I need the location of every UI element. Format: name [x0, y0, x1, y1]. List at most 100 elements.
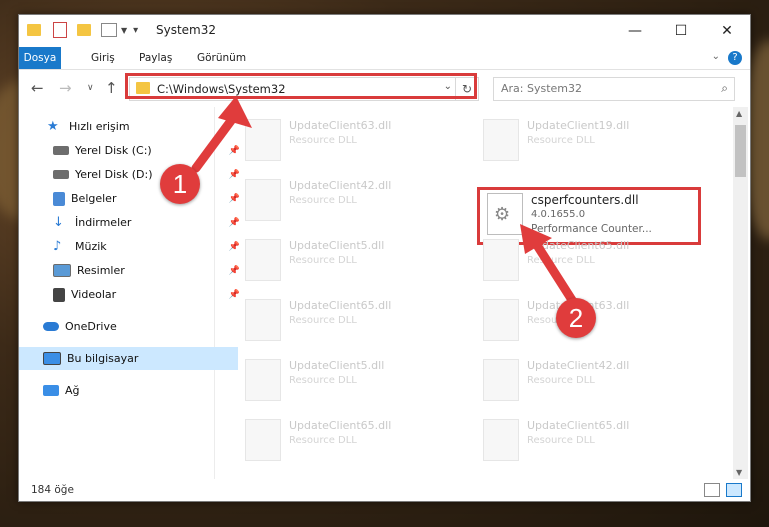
new-folder-icon[interactable]	[77, 24, 91, 36]
file-name: UpdateClient65.dll	[527, 419, 630, 432]
cloud-icon	[43, 322, 59, 331]
file-name: UpdateClient65.dll	[289, 419, 392, 432]
list-item[interactable]: UpdateClient65.dll Resource DLL	[475, 415, 695, 463]
file-type: Resource DLL	[289, 195, 357, 206]
list-item[interactable]: UpdateClient42.dll Resource DLL	[475, 355, 695, 403]
sidebar-item-disk-d[interactable]: Yerel Disk (D:) 📌	[19, 163, 248, 186]
sidebar-item-onedrive[interactable]: OneDrive	[19, 315, 238, 338]
computer-icon	[43, 352, 61, 365]
dll-file-icon	[245, 119, 281, 161]
drive-icon	[53, 146, 69, 155]
sidebar-item-label: Videolar	[71, 288, 117, 301]
music-icon: ♪	[53, 238, 62, 254]
sidebar-item-label: Resimler	[77, 264, 125, 277]
file-name: UpdateClient65.dll	[289, 299, 392, 312]
list-item[interactable]: UpdateClient5.dll Resource DLL	[237, 355, 457, 403]
file-type: Resource DLL	[289, 375, 357, 386]
sidebar-item-network[interactable]: Ağ	[19, 379, 238, 402]
list-item[interactable]: UpdateClient65.dll Resource DLL	[237, 295, 457, 343]
step-badge-1: 1	[160, 164, 200, 204]
help-icon[interactable]: ?	[728, 51, 742, 65]
title-bar: ▼ ▾ System32 — ☐ ✕	[19, 15, 750, 47]
file-name: UpdateClient5.dll	[289, 239, 385, 252]
sidebar-item-this-pc[interactable]: Bu bilgisayar	[19, 347, 238, 370]
sidebar-item-label: Ağ	[65, 384, 80, 397]
tab-gorunum[interactable]: Görünüm	[189, 47, 254, 69]
file-name: UpdateClient42.dll	[289, 179, 392, 192]
ribbon-expand-icon[interactable]: ⌄	[712, 51, 720, 62]
back-button[interactable]: ←	[31, 79, 44, 97]
step-badge-2: 2	[556, 298, 596, 338]
maximize-button[interactable]: ☐	[658, 15, 704, 47]
file-type: Resource DLL	[527, 375, 595, 386]
sidebar-item-label: Hızlı erişim	[69, 120, 130, 133]
scroll-up-icon[interactable]: ▲	[736, 109, 742, 118]
properties-icon[interactable]	[53, 22, 67, 38]
file-type: Resource DLL	[527, 435, 595, 446]
dll-file-icon	[245, 359, 281, 401]
minimize-button[interactable]: —	[612, 15, 658, 47]
dll-file-icon	[245, 179, 281, 221]
customize-toolbar-icon[interactable]: ▾	[133, 25, 138, 36]
close-button[interactable]: ✕	[704, 15, 750, 47]
list-item[interactable]: UpdateClient5.dll Resource DLL	[237, 235, 457, 283]
recent-locations-button[interactable]: ∨	[87, 83, 94, 93]
pictures-icon	[53, 264, 71, 277]
file-name: UpdateClient65.dll	[527, 239, 630, 252]
list-item[interactable]: UpdateClient65.dll Resource DLL	[475, 235, 695, 283]
search-input[interactable]: Ara: System32 ⌕	[493, 77, 735, 101]
search-placeholder: Ara: System32	[501, 82, 583, 95]
drive-icon	[53, 170, 69, 179]
sidebar-item-music[interactable]: ♪ Müzik 📌	[19, 235, 248, 258]
sidebar-item-label: Bu bilgisayar	[67, 352, 139, 365]
tab-giris[interactable]: Giriş	[83, 47, 123, 69]
tab-dosya[interactable]: Dosya	[19, 47, 61, 69]
dll-file-icon	[245, 299, 281, 341]
file-name: UpdateClient5.dll	[289, 359, 385, 372]
documents-icon	[53, 191, 65, 206]
file-name: UpdateClient42.dll	[527, 359, 630, 372]
list-item[interactable]: UpdateClient42.dll Resource DLL	[237, 175, 457, 223]
file-type: Resource DLL	[289, 315, 357, 326]
sidebar-item-label: Müzik	[75, 240, 107, 253]
vertical-scrollbar[interactable]: ▲ ▼	[733, 107, 748, 479]
file-name: UpdateClient19.dll	[527, 119, 630, 132]
chevron-down-icon[interactable]: ▼	[121, 26, 127, 35]
file-type: Resource DLL	[527, 135, 595, 146]
list-item[interactable]: UpdateClient63.dll Resource DLL	[237, 115, 457, 163]
folder-icon[interactable]	[27, 24, 41, 36]
sidebar-item-disk-c[interactable]: Yerel Disk (C:) 📌	[19, 139, 248, 162]
file-type: Resource DLL	[527, 255, 595, 266]
sidebar-item-label: Belgeler	[71, 192, 117, 205]
forward-button[interactable]: →	[59, 79, 72, 97]
details-view-icon[interactable]	[704, 483, 720, 497]
tab-paylas[interactable]: Paylaş	[131, 47, 180, 69]
view-options-icon[interactable]	[101, 23, 117, 37]
up-button[interactable]: ↑	[105, 79, 118, 97]
sidebar-item-label: OneDrive	[65, 320, 117, 333]
scroll-down-icon[interactable]: ▼	[736, 468, 742, 477]
list-item[interactable]: UpdateClient19.dll Resource DLL	[475, 115, 695, 163]
sidebar-item-videos[interactable]: Videolar 📌	[19, 283, 248, 306]
star-icon: ★	[47, 118, 59, 134]
sidebar-item-quick-access[interactable]: ★ Hızlı erişim	[19, 115, 242, 138]
sidebar-item-label: İndirmeler	[75, 216, 132, 229]
file-type: Resource DLL	[289, 435, 357, 446]
dll-file-icon	[483, 239, 519, 281]
large-icons-view-icon[interactable]	[726, 483, 742, 497]
sidebar-item-pictures[interactable]: Resimler 📌	[19, 259, 248, 282]
status-bar: 184 öğe	[19, 479, 750, 501]
ribbon-tabs: Dosya Giriş Paylaş Görünüm ⌄ ?	[19, 47, 750, 70]
file-name: UpdateClient63.dll	[289, 119, 392, 132]
list-item[interactable]: UpdateClient65.dll Resource DLL	[237, 415, 457, 463]
dll-file-icon	[483, 419, 519, 461]
sidebar-item-downloads[interactable]: ↓ İndirmeler 📌	[19, 211, 248, 234]
network-icon	[43, 385, 59, 396]
scrollbar-thumb[interactable]	[735, 125, 746, 177]
explorer-window: ▼ ▾ System32 — ☐ ✕ Dosya Giriş Paylaş Gö…	[18, 14, 751, 502]
window-title: System32	[156, 23, 217, 37]
search-icon: ⌕	[721, 81, 728, 95]
download-icon: ↓	[53, 214, 64, 230]
navigation-pane: ★ Hızlı erişim Yerel Disk (C:) 📌 Yerel D…	[19, 107, 240, 479]
sidebar-item-documents[interactable]: Belgeler 📌	[19, 187, 248, 210]
